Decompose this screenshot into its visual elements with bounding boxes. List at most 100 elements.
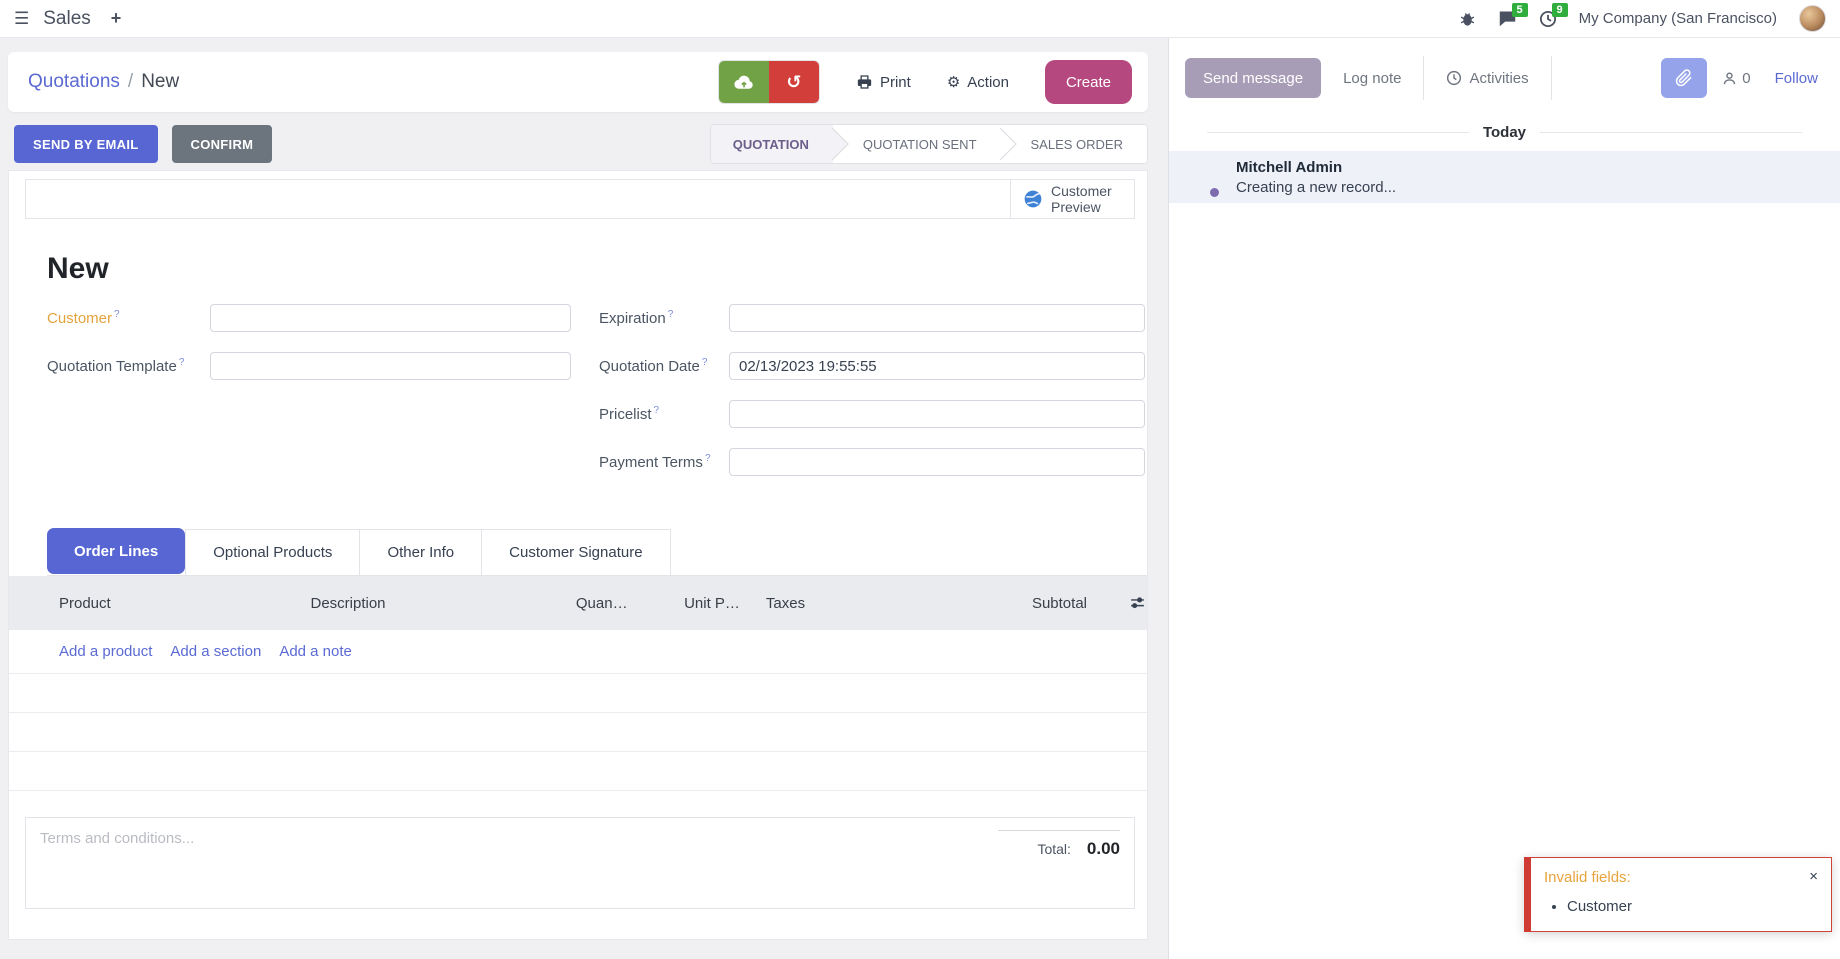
app-root: ☰ Sales + 5 9 My Company (San Francisco) (0, 0, 1840, 959)
tab-optional-products[interactable]: Optional Products (185, 529, 360, 575)
control-panel: Quotations / New ↺ (8, 52, 1148, 112)
followers-button[interactable]: 0 (1721, 70, 1750, 87)
paperclip-icon (1675, 69, 1693, 87)
column-subtotal: Subtotal (965, 595, 1087, 612)
breadcrumb-quotations[interactable]: Quotations (28, 71, 120, 93)
column-description: Description (311, 595, 540, 612)
activities-button[interactable]: 9 (1539, 10, 1557, 28)
followers-count: 0 (1742, 70, 1750, 87)
note-indicator-dot (1208, 186, 1221, 199)
toast-item-list: Customer (1567, 898, 1818, 915)
person-icon (1721, 70, 1738, 87)
terms-and-conditions-input[interactable] (40, 830, 640, 890)
chatter-panel: Send message Log note Activities (1168, 38, 1840, 959)
print-label: Print (880, 74, 911, 91)
tab-order-lines[interactable]: Order Lines (47, 528, 185, 574)
add-a-product-link[interactable]: Add a product (59, 643, 152, 660)
clock-icon (1446, 70, 1462, 86)
gear-icon: ⚙ (947, 73, 960, 91)
chatter-message[interactable]: Mitchell Admin Creating a new record... (1169, 151, 1840, 203)
confirm-button[interactable]: CONFIRM (172, 125, 273, 163)
tab-customer-signature[interactable]: Customer Signature (482, 529, 670, 575)
column-product: Product (59, 595, 311, 612)
main-column: Quotations / New ↺ (0, 38, 1168, 959)
content-area: Quotations / New ↺ (0, 38, 1840, 959)
total-value: 0.00 (1087, 839, 1120, 859)
action-button[interactable]: ⚙ Action (947, 73, 1009, 91)
send-by-email-button[interactable]: SEND BY EMAIL (14, 125, 158, 163)
message-body: Creating a new record... (1236, 179, 1396, 196)
column-taxes: Taxes (766, 595, 965, 612)
breadcrumb-current: New (141, 71, 179, 93)
attach-files-button[interactable] (1661, 58, 1707, 98)
divider (1423, 56, 1424, 100)
undo-icon: ↺ (786, 72, 801, 93)
quotation-template-input[interactable] (210, 352, 571, 380)
customer-preview-button[interactable]: Customer Preview (1010, 180, 1134, 218)
create-button[interactable]: Create (1045, 60, 1132, 104)
follow-button[interactable]: Follow (1775, 70, 1818, 87)
messages-button[interactable]: 5 (1498, 10, 1517, 27)
optional-columns-button[interactable] (1128, 595, 1147, 612)
new-record-plus-button[interactable]: + (111, 8, 122, 29)
action-label: Action (967, 74, 1009, 91)
order-footer: Total: 0.00 (25, 817, 1135, 909)
date-separator: Today (1193, 124, 1816, 141)
customer-preview-label: Customer Preview (1051, 183, 1122, 215)
pricelist-input[interactable] (729, 400, 1145, 428)
printer-icon (856, 74, 873, 90)
stage-quotation[interactable]: QUOTATION (711, 125, 833, 163)
add-a-section-link[interactable]: Add a section (170, 643, 261, 660)
invalid-fields-toast: Invalid fields: × Customer (1524, 857, 1832, 932)
activities-badge: 9 (1552, 3, 1568, 17)
quotation-date-input[interactable] (729, 352, 1145, 380)
stage-pipeline: QUOTATION QUOTATION SENT SALES ORDER (710, 124, 1148, 164)
save-record-button[interactable] (719, 61, 769, 103)
company-switcher[interactable]: My Company (San Francisco) (1579, 10, 1777, 27)
sliders-icon (1128, 595, 1147, 612)
empty-order-line (9, 713, 1147, 752)
stage-quotation-sent[interactable]: QUOTATION SENT (833, 125, 1001, 163)
breadcrumb: Quotations / New (28, 71, 179, 93)
customer-input[interactable] (210, 304, 571, 332)
toast-item: Customer (1567, 898, 1818, 915)
user-avatar[interactable] (1799, 5, 1826, 32)
debug-icon[interactable] (1459, 10, 1476, 27)
payment-terms-input[interactable] (729, 448, 1145, 476)
customer-label: Customer? (47, 309, 210, 327)
web-preview-strip: Customer Preview (25, 179, 1135, 219)
notebook-tabs: Order Lines Optional Products Other Info… (47, 526, 1147, 576)
toast-title: Invalid fields: (1544, 869, 1631, 886)
add-a-note-link[interactable]: Add a note (279, 643, 352, 660)
empty-order-line (9, 752, 1147, 791)
payment-terms-label: Payment Terms? (599, 453, 729, 471)
pricelist-label: Pricelist? (599, 405, 729, 423)
expiration-label: Expiration? (599, 309, 729, 327)
empty-order-line (9, 674, 1147, 713)
navbar-right: 5 9 My Company (San Francisco) (1459, 5, 1826, 32)
column-unit-price: Unit P… (628, 595, 740, 612)
breadcrumb-separator: / (128, 71, 133, 93)
field-grid: Customer? Quotation Template? Expiration… (9, 304, 1147, 496)
print-button[interactable]: Print (856, 74, 911, 91)
log-note-button[interactable]: Log note (1335, 70, 1409, 87)
schedule-activity-button[interactable]: Activities (1438, 70, 1536, 87)
app-name-sales[interactable]: Sales (43, 8, 91, 30)
tab-other-info[interactable]: Other Info (360, 529, 482, 575)
total-label: Total: (1037, 841, 1070, 857)
record-title: New (47, 252, 1147, 286)
order-total: Total: 0.00 (998, 830, 1120, 870)
toast-close-button[interactable]: × (1809, 869, 1818, 884)
stage-sales-order[interactable]: SALES ORDER (1001, 125, 1147, 163)
send-message-button[interactable]: Send message (1185, 58, 1321, 98)
top-navbar: ☰ Sales + 5 9 My Company (San Francisco) (0, 0, 1840, 38)
form-sheet: Customer Preview New Customer? Quotation… (8, 170, 1148, 940)
chatter-header: Send message Log note Activities (1169, 38, 1840, 110)
discard-changes-button[interactable]: ↺ (769, 61, 819, 103)
order-lines-header: Product Description Quan… Unit P… Taxes … (9, 576, 1147, 630)
message-author[interactable]: Mitchell Admin (1236, 159, 1396, 176)
apps-menu-icon[interactable]: ☰ (14, 9, 29, 29)
save-discard-group: ↺ (718, 60, 820, 104)
expiration-input[interactable] (729, 304, 1145, 332)
column-quantity: Quan… (539, 595, 627, 612)
